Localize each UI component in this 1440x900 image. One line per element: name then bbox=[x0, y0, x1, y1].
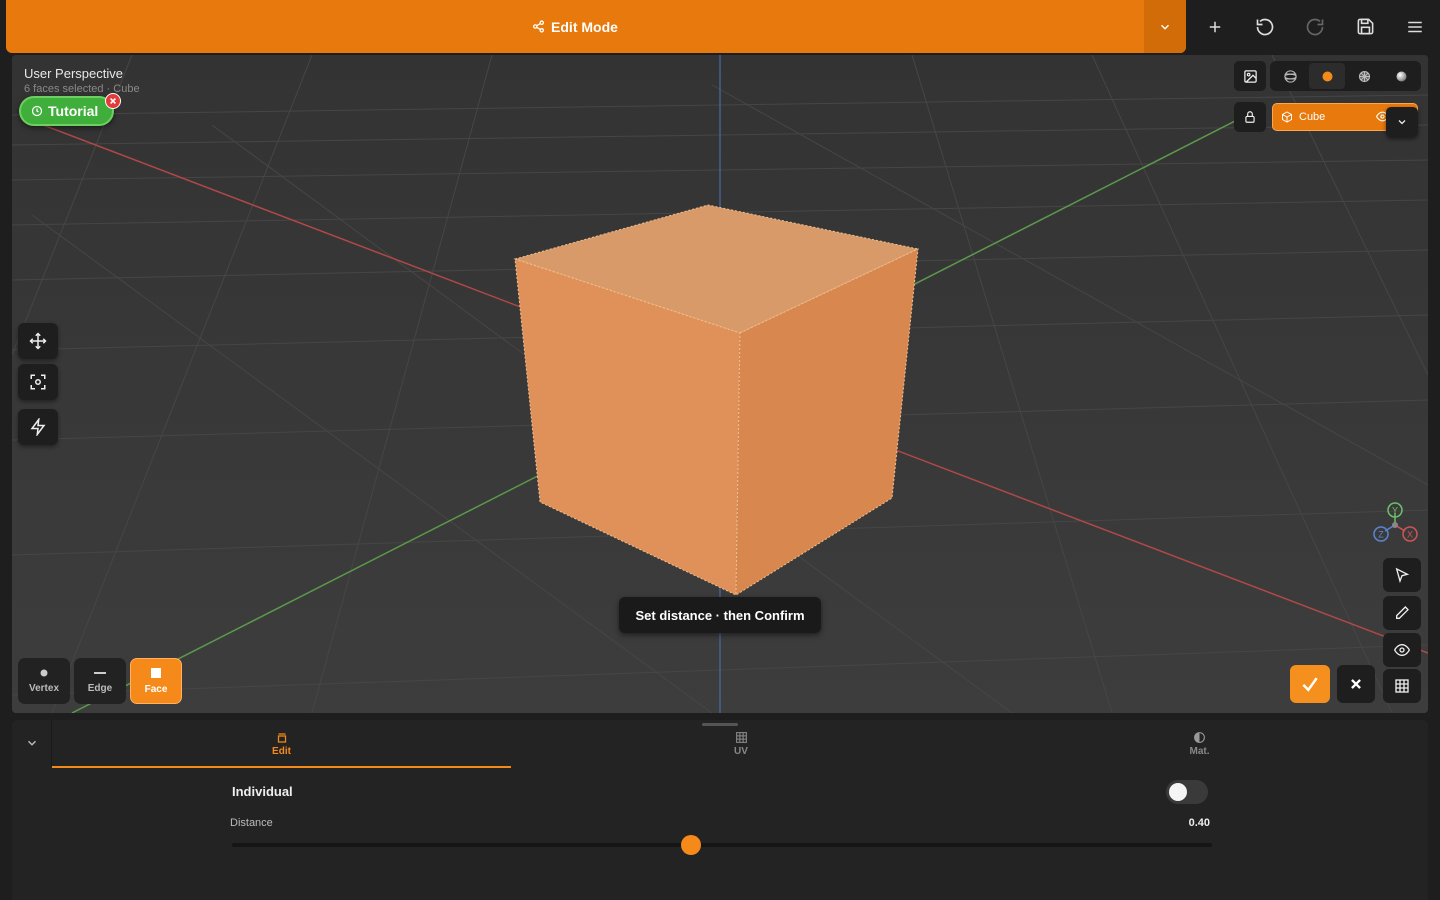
individual-toggle[interactable] bbox=[1166, 780, 1208, 804]
focus-icon bbox=[30, 374, 46, 390]
select-tool-button[interactable] bbox=[1383, 558, 1421, 592]
distance-label: Distance bbox=[230, 817, 273, 829]
move-tool-button[interactable] bbox=[18, 323, 58, 359]
grid-toggle-button[interactable] bbox=[1383, 669, 1421, 703]
cancel-button[interactable] bbox=[1337, 665, 1375, 703]
chevron-down-icon bbox=[1398, 120, 1406, 125]
tab-material-label: Mat. bbox=[1189, 746, 1210, 757]
material-sphere-icon bbox=[1358, 70, 1370, 82]
lock-button[interactable] bbox=[1234, 102, 1266, 132]
focus-tool-button[interactable] bbox=[18, 364, 58, 400]
tutorial-close-button[interactable] bbox=[105, 93, 121, 109]
individual-label: Individual bbox=[232, 784, 293, 799]
mode-selector[interactable]: Edit Mode bbox=[6, 0, 1144, 53]
vertex-mode-button[interactable]: Vertex bbox=[18, 658, 70, 704]
close-icon bbox=[110, 98, 116, 104]
image-icon bbox=[1243, 69, 1257, 83]
tab-edit[interactable]: Edit bbox=[52, 720, 511, 768]
face-icon bbox=[151, 668, 161, 678]
undo-icon bbox=[1256, 18, 1274, 35]
object-dropdown-button[interactable] bbox=[1386, 107, 1418, 137]
panel-collapse-button[interactable] bbox=[12, 720, 52, 766]
distance-slider-thumb[interactable] bbox=[680, 835, 701, 855]
vertex-icon bbox=[40, 669, 48, 677]
mode-label: Edit Mode bbox=[551, 18, 618, 35]
tab-uv[interactable]: UV bbox=[511, 720, 971, 768]
clock-icon bbox=[31, 105, 43, 117]
mode-dropdown-button[interactable] bbox=[1144, 0, 1186, 53]
grid-icon bbox=[1395, 679, 1409, 693]
top-actions bbox=[1190, 0, 1440, 53]
confirm-button[interactable] bbox=[1290, 665, 1330, 703]
gizmo-center bbox=[1392, 522, 1398, 528]
selection-info: 6 faces selected · Cube bbox=[24, 83, 140, 95]
eye-icon bbox=[1394, 643, 1410, 657]
distance-slider[interactable] bbox=[232, 835, 1212, 855]
shading-mode-group bbox=[1270, 61, 1421, 91]
app-root: Edit Mode User Perspective 6 faces selec… bbox=[0, 0, 1440, 900]
chevron-down-icon bbox=[27, 740, 36, 746]
visibility-button[interactable] bbox=[1383, 633, 1421, 667]
gizmo-y-label: Y bbox=[1392, 506, 1398, 516]
pencil-icon bbox=[1396, 606, 1409, 619]
distance-value: 0.40 bbox=[1188, 817, 1210, 829]
uv-grid-icon bbox=[735, 732, 747, 743]
plus-icon bbox=[1209, 21, 1221, 32]
save-icon bbox=[1357, 18, 1373, 35]
vertex-mode-label: Vertex bbox=[28, 683, 60, 694]
toggle-knob bbox=[1169, 783, 1187, 801]
lightning-icon bbox=[30, 418, 46, 436]
panel-tabs: Edit UV Mat. bbox=[52, 720, 1428, 768]
tutorial-button[interactable]: Tutorial bbox=[19, 96, 115, 126]
tab-edit-label: Edit bbox=[272, 745, 291, 757]
gizmo-z-label: Z bbox=[1378, 530, 1384, 540]
render-preview-button[interactable] bbox=[1234, 61, 1266, 91]
axis-gizmo[interactable]: Y X Z bbox=[1372, 500, 1420, 546]
shading-wireframe-button[interactable] bbox=[1272, 63, 1308, 89]
shading-material-button[interactable] bbox=[1346, 63, 1382, 89]
close-icon bbox=[1351, 679, 1361, 689]
face-mode-label: Face bbox=[144, 684, 168, 695]
menu-icon bbox=[1408, 21, 1422, 32]
edge-mode-label: Edge bbox=[87, 683, 113, 694]
tutorial-label: Tutorial bbox=[48, 103, 99, 119]
extrude-icon bbox=[277, 732, 286, 743]
shading-rendered-button[interactable] bbox=[1383, 63, 1419, 89]
menu-button[interactable] bbox=[1400, 12, 1430, 42]
tab-uv-label: UV bbox=[734, 746, 748, 757]
gizmo-x-label: X bbox=[1407, 530, 1413, 540]
check-icon bbox=[1302, 677, 1318, 692]
draw-tool-button[interactable] bbox=[1383, 596, 1421, 630]
shading-solid-button[interactable] bbox=[1309, 63, 1345, 89]
view-title: User Perspective bbox=[24, 66, 123, 81]
shading-toolbar bbox=[1234, 61, 1421, 91]
mode-bar: Edit Mode bbox=[6, 0, 1186, 53]
object-name: Cube bbox=[1299, 111, 1326, 123]
solid-sphere-icon bbox=[1322, 71, 1332, 81]
half-circle-icon bbox=[1194, 732, 1205, 743]
3d-viewport[interactable]: User Perspective 6 faces selected · Cube… bbox=[12, 55, 1428, 713]
redo-button[interactable] bbox=[1300, 12, 1330, 42]
chevron-down-icon bbox=[1160, 24, 1170, 30]
wireframe-sphere-icon bbox=[1283, 69, 1297, 83]
share-icon bbox=[533, 20, 545, 33]
edge-icon bbox=[94, 672, 106, 674]
cursor-icon bbox=[1395, 567, 1410, 583]
quick-action-button[interactable] bbox=[18, 409, 58, 445]
rendered-sphere-icon bbox=[1396, 71, 1406, 81]
edge-mode-button[interactable]: Edge bbox=[74, 658, 126, 704]
undo-button[interactable] bbox=[1250, 12, 1280, 42]
instruction-toast: Set distance · then Confirm bbox=[619, 597, 821, 633]
lock-icon bbox=[1245, 111, 1255, 123]
add-button[interactable] bbox=[1200, 12, 1230, 42]
cube-icon bbox=[1282, 111, 1292, 123]
properties-panel: Edit UV Mat. Individual Distance 0.40 bbox=[12, 720, 1428, 900]
tab-material[interactable]: Mat. bbox=[971, 720, 1428, 768]
save-button[interactable] bbox=[1350, 12, 1380, 42]
redo-icon bbox=[1306, 18, 1324, 35]
move-icon bbox=[29, 332, 47, 350]
face-mode-button[interactable]: Face bbox=[130, 658, 182, 704]
